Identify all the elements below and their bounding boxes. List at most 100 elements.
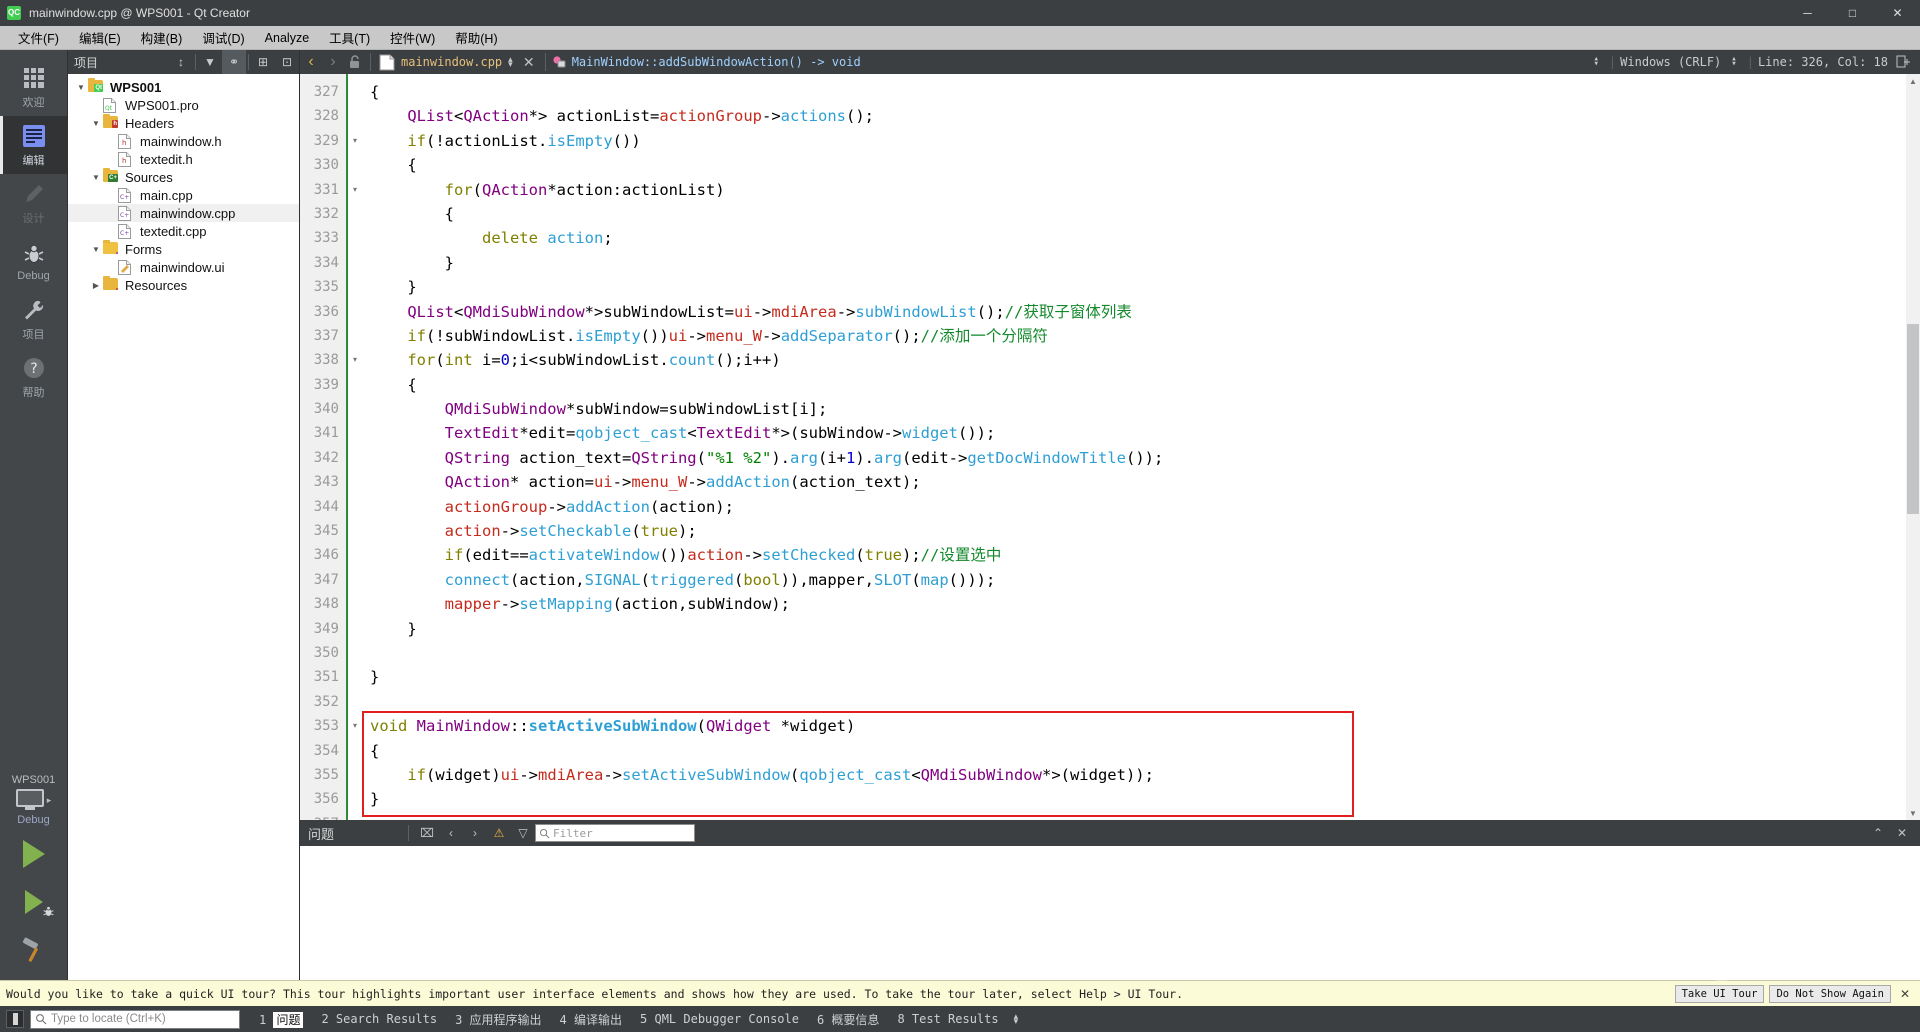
chevron-down-icon[interactable]: ▼ xyxy=(89,119,103,128)
menu-help[interactable]: 帮助(H) xyxy=(445,25,507,50)
build-button[interactable] xyxy=(0,926,67,974)
filter-icon[interactable]: ▼ xyxy=(198,50,222,74)
status-app-output[interactable]: 3 应用程序输出 xyxy=(446,1011,550,1028)
code-line[interactable]: TextEdit*edit=qobject_cast<TextEdit*>(su… xyxy=(362,421,1920,445)
start-debugging-button[interactable] xyxy=(0,878,67,926)
synchronize-icon[interactable]: ⚭ xyxy=(222,50,246,74)
code-line[interactable]: mapper->setMapping(action,subWindow); xyxy=(362,592,1920,616)
status-search-results[interactable]: 2 Search Results xyxy=(312,1012,446,1026)
code-line[interactable] xyxy=(362,812,1920,820)
code-line[interactable]: actionGroup->addAction(action); xyxy=(362,495,1920,519)
editor-vertical-scrollbar[interactable]: ▲ ▼ xyxy=(1906,74,1920,820)
menu-build[interactable]: 构建(B) xyxy=(131,25,193,50)
maximize-button[interactable]: □ xyxy=(1830,0,1875,26)
menu-tools[interactable]: 工具(T) xyxy=(319,25,380,50)
close-pane-icon[interactable]: ⊡ xyxy=(275,50,299,74)
go-forward-button[interactable]: › xyxy=(322,50,344,74)
tree-item-sources[interactable]: ▼ C+ Sources xyxy=(68,168,299,186)
menu-analyze[interactable]: Analyze xyxy=(255,28,319,48)
code-line[interactable] xyxy=(362,641,1920,665)
mode-debug[interactable]: Debug xyxy=(0,232,67,290)
code-folding-column[interactable]: ▾ ▾ ▾ ▾ xyxy=(346,74,362,820)
mode-design[interactable]: 设计 xyxy=(0,174,67,232)
chevron-down-icon[interactable]: ▼ xyxy=(89,173,103,182)
tree-item-main-cpp[interactable]: C+ main.cpp xyxy=(68,186,299,204)
code-line[interactable]: { xyxy=(362,373,1920,397)
tree-item-wps001-pro[interactable]: Qt WPS001.pro xyxy=(68,96,299,114)
line-ending-label[interactable]: Windows (CRLF) xyxy=(1620,55,1721,69)
menu-window[interactable]: 控件(W) xyxy=(380,25,445,50)
code-line[interactable]: for(QAction*action:actionList) xyxy=(362,178,1920,202)
chevron-right-icon[interactable]: ▶ xyxy=(89,281,103,290)
code-line[interactable]: if(!actionList.isEmpty()) xyxy=(362,129,1920,153)
run-button[interactable] xyxy=(0,830,67,878)
code-line[interactable]: connect(action,SIGNAL(triggered(bool)),m… xyxy=(362,568,1920,592)
code-line[interactable]: QList<QAction*> actionList=actionGroup->… xyxy=(362,104,1920,128)
code-line[interactable]: QMdiSubWindow*subWindow=subWindowList[i]… xyxy=(362,397,1920,421)
line-ending-dropdown-icon[interactable]: ▴ ▾ xyxy=(1593,55,1598,69)
code-line[interactable]: { xyxy=(362,153,1920,177)
code-line[interactable]: { xyxy=(362,739,1920,763)
symbol-selector[interactable]: MainWindow::addSubWindowAction() -> void xyxy=(552,55,861,69)
fold-marker[interactable]: ▾ xyxy=(348,714,362,738)
mode-edit[interactable]: 编辑 xyxy=(0,116,67,174)
code-line[interactable]: QList<QMdiSubWindow*>subWindowList=ui->m… xyxy=(362,300,1920,324)
fold-marker[interactable]: ▾ xyxy=(348,129,362,153)
code-line[interactable]: } xyxy=(362,665,1920,689)
code-line[interactable]: } xyxy=(362,787,1920,811)
code-line[interactable]: QString action_text=QString("%1 %2").arg… xyxy=(362,446,1920,470)
status-general-messages[interactable]: 6 概要信息 xyxy=(808,1011,888,1028)
maximize-pane-icon[interactable]: ⌃ xyxy=(1866,821,1890,845)
current-file-name[interactable]: mainwindow.cpp xyxy=(401,55,502,69)
code-line[interactable]: } xyxy=(362,251,1920,275)
tree-item-mainwindow-ui[interactable]: mainwindow.ui xyxy=(68,258,299,276)
output-filter-input[interactable]: Filter xyxy=(535,824,695,842)
go-back-button[interactable]: ‹ xyxy=(300,50,322,74)
mode-help[interactable]: ? 帮助 xyxy=(0,348,67,406)
close-document-button[interactable]: ✕ xyxy=(519,54,539,71)
menu-file[interactable]: 文件(F) xyxy=(8,25,69,50)
tree-item-headers[interactable]: ▼ h Headers xyxy=(68,114,299,132)
code-line[interactable]: if(!subWindowList.isEmpty())ui->menu_W->… xyxy=(362,324,1920,348)
filter-funnel-icon[interactable]: ▽ xyxy=(511,821,535,845)
fold-marker[interactable]: ▾ xyxy=(348,178,362,202)
fold-marker[interactable]: ▾ xyxy=(348,348,362,372)
close-button[interactable]: ✕ xyxy=(1875,0,1920,26)
code-line[interactable]: if(edit==activateWindow())action->setChe… xyxy=(362,543,1920,567)
kit-selector[interactable]: WPS001 ▸ Debug xyxy=(0,766,67,830)
code-line[interactable]: action->setCheckable(true); xyxy=(362,519,1920,543)
clear-icon[interactable]: ⌧ xyxy=(415,821,439,845)
locator-input[interactable]: Type to locate (Ctrl+K) xyxy=(30,1009,240,1029)
status-qml-console[interactable]: 5 QML Debugger Console xyxy=(631,1012,808,1026)
code-line[interactable]: QAction* action=ui->menu_W->addAction(ac… xyxy=(362,470,1920,494)
menu-edit[interactable]: 编辑(E) xyxy=(69,25,131,50)
code-line[interactable]: for(int i=0;i<subWindowList.count();i++) xyxy=(362,348,1920,372)
project-tree[interactable]: ▼ Qt WPS001 Qt WPS001.pro ▼ h Headers h mainwindo… xyxy=(68,74,299,980)
code-text-area[interactable]: { QList<QAction*> actionList=actionGroup… xyxy=(362,74,1920,820)
chevron-down-icon[interactable]: ▼ xyxy=(89,245,103,254)
tree-item-textedit-cpp[interactable]: C+ textedit.cpp xyxy=(68,222,299,240)
toggle-sidebar-button[interactable] xyxy=(6,1010,24,1028)
split-editor-button[interactable] xyxy=(1892,50,1914,74)
code-line[interactable] xyxy=(362,690,1920,714)
code-line[interactable]: } xyxy=(362,617,1920,641)
tree-item-mainwindow-h[interactable]: h mainwindow.h xyxy=(68,132,299,150)
next-item-icon[interactable]: › xyxy=(463,821,487,845)
output-pane-selector-icon[interactable]: ▴ ▾ xyxy=(1014,1012,1019,1026)
status-issues[interactable]: 1 问题 xyxy=(250,1011,312,1028)
file-dropdown-icon[interactable]: ▴ ▾ xyxy=(508,55,513,69)
tree-item-resources[interactable]: ▶ Resources xyxy=(68,276,299,294)
minimize-button[interactable]: ─ xyxy=(1785,0,1830,26)
code-editor[interactable]: 327 328 329 330 331 332 333 334 335 336 337 338 339 3… xyxy=(300,74,1920,820)
mode-welcome[interactable]: 欢迎 xyxy=(0,58,67,116)
do-not-show-again-button[interactable]: Do Not Show Again xyxy=(1769,984,1891,1003)
prev-item-icon[interactable]: ‹ xyxy=(439,821,463,845)
tree-item-wps001[interactable]: ▼ Qt WPS001 xyxy=(68,78,299,96)
status-compile-output[interactable]: 4 编译输出 xyxy=(551,1011,631,1028)
code-line[interactable]: if(widget)ui->mdiArea->setActiveSubWindo… xyxy=(362,763,1920,787)
unlock-icon[interactable] xyxy=(344,50,366,74)
menu-debug[interactable]: 调试(D) xyxy=(192,25,254,50)
code-line[interactable]: { xyxy=(362,80,1920,104)
sort-toggle-icon[interactable]: ↕ xyxy=(169,50,193,74)
tree-item-mainwindow-cpp[interactable]: C+ mainwindow.cpp xyxy=(68,204,299,222)
